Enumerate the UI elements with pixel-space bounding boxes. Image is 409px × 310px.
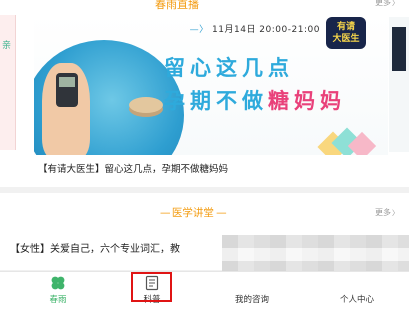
chevron-right-icon: 〉 xyxy=(392,0,399,7)
nav-label-profile[interactable]: 个人中心 xyxy=(330,293,384,305)
lecture-more-link[interactable]: 更多〉 xyxy=(375,207,399,218)
nav-item-profile[interactable]: 个人中心 xyxy=(330,272,384,310)
nav-item-my-consult[interactable]: 我的咨询 xyxy=(224,272,280,310)
lecture-title-text: 医学讲堂 xyxy=(171,207,214,219)
badge-line2: 大医生 xyxy=(332,34,360,44)
live-more-link[interactable]: 更多〉 xyxy=(375,0,399,8)
live-section: 春雨直播 更多〉 亲 —〉 11月14日 20:00-21:00 〈— 留心这几… xyxy=(0,0,409,187)
live-banner-card[interactable]: —〉 11月14日 20:00-21:00 〈— 留心这几点 孕期不做糖妈妈 有… xyxy=(34,15,388,177)
banner-headline-highlight: 糖妈妈 xyxy=(268,89,346,113)
chevron-right-icon: 〉 xyxy=(392,209,399,217)
next-card-thumbnail xyxy=(392,27,406,71)
program-badge-logo: 有请 大医生 xyxy=(326,17,366,49)
live-more-label[interactable]: 更多 xyxy=(375,0,391,7)
banner-time-text: 11月14日 20:00-21:00 xyxy=(212,25,320,35)
highlight-annotation-box xyxy=(131,272,172,302)
carousel-next-card[interactable] xyxy=(389,17,409,152)
nav-item-home[interactable]: 春雨 xyxy=(38,272,78,310)
clover-icon xyxy=(51,276,65,290)
lecture-section-header: — 医学讲堂 — 更多〉 xyxy=(0,207,409,221)
title-dash-right: — xyxy=(213,207,227,219)
badge-line1: 有请 xyxy=(336,22,355,32)
title-dash-left: — xyxy=(160,207,172,219)
lecture-section-title: — 医学讲堂 — xyxy=(160,205,227,220)
lecture-more-label[interactable]: 更多 xyxy=(375,208,391,217)
banner-headline-line2: 孕期不做糖妈妈 xyxy=(164,85,346,115)
nav-label-home[interactable]: 春雨 xyxy=(38,293,78,305)
carousel-prev-card[interactable]: 亲 xyxy=(0,15,16,150)
cake-illustration xyxy=(129,97,163,113)
live-banner-image[interactable]: —〉 11月14日 20:00-21:00 〈— 留心这几点 孕期不做糖妈妈 有… xyxy=(34,15,388,155)
bottom-nav: 春雨 科普 我的咨询 个人中心 xyxy=(0,271,409,310)
glucose-meter-illustration xyxy=(56,73,78,107)
arrow-left-icon: —〉 xyxy=(189,25,213,35)
nav-label-my-consult[interactable]: 我的咨询 xyxy=(224,293,280,305)
prev-card-text: 亲 xyxy=(2,41,12,51)
live-banner-caption[interactable]: 【有请大医生】留心这几点，孕期不做糖妈妈 xyxy=(38,161,228,175)
live-section-title: 春雨直播 xyxy=(155,0,199,11)
live-section-header: 春雨直播 更多〉 xyxy=(0,0,409,14)
banner-headline-prefix: 孕期不做 xyxy=(164,89,268,113)
lecture-list-item[interactable]: 【女性】关爱自己，六个专业词汇，教 xyxy=(10,240,180,255)
banner-headline-line1: 留心这几点 xyxy=(164,56,294,80)
